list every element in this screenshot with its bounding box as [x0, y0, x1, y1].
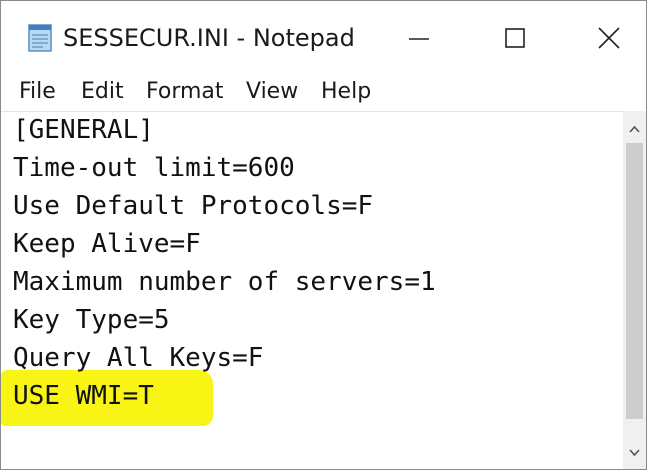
scrollbar-thumb[interactable]	[626, 143, 643, 419]
minimize-button[interactable]	[389, 15, 449, 59]
editor-line: Query All Keys=F	[13, 343, 264, 373]
scroll-up-button[interactable]	[623, 117, 646, 141]
menu-bar: File Edit Format View Help	[1, 73, 646, 111]
maximize-icon	[505, 28, 525, 48]
vertical-scrollbar[interactable]	[623, 111, 646, 469]
editor-line: Time-out limit=600	[13, 153, 295, 183]
notepad-icon	[23, 21, 57, 55]
close-button[interactable]	[579, 15, 639, 59]
title-bar[interactable]: SESSECUR.INI - Notepad	[1, 1, 646, 73]
editor-line: Maximum number of servers=1	[13, 267, 436, 297]
menu-help[interactable]: Help	[321, 77, 371, 107]
editor-line: [GENERAL]	[13, 115, 154, 145]
editor-line: Key Type=5	[13, 305, 170, 335]
close-icon	[598, 27, 620, 49]
editor-line: Keep Alive=F	[13, 229, 201, 259]
notepad-window: SESSECUR.INI - Notepad File Edit Format …	[0, 0, 647, 470]
maximize-button[interactable]	[485, 15, 545, 59]
scroll-up-arrow-icon	[629, 125, 640, 133]
editor-line: Use Default Protocols=F	[13, 191, 374, 221]
text-editor[interactable]: [GENERAL] Time-out limit=600 Use Default…	[1, 111, 623, 469]
menu-edit[interactable]: Edit	[81, 77, 124, 107]
scroll-down-arrow-icon	[629, 449, 640, 457]
menu-view[interactable]: View	[246, 77, 298, 107]
editor-line-highlighted: USE WMI=T	[13, 381, 154, 411]
menu-file[interactable]: File	[19, 77, 56, 107]
minimize-icon	[409, 38, 429, 40]
window-title: SESSECUR.INI - Notepad	[63, 24, 355, 52]
scroll-down-button[interactable]	[623, 441, 646, 465]
menu-format[interactable]: Format	[146, 77, 224, 107]
